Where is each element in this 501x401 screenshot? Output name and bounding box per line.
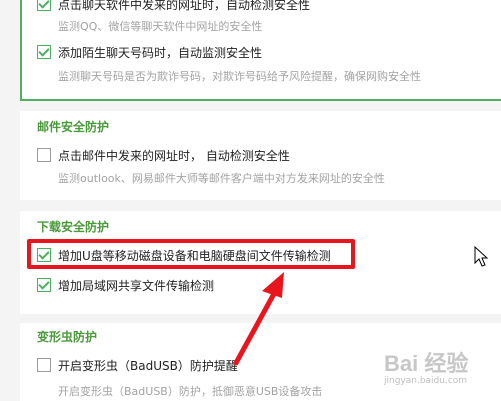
watermark-url: jingyan.baidu.com	[384, 376, 468, 386]
baidu-watermark: Bai 经验 jingyan.baidu.com	[384, 346, 468, 386]
watermark-logo-text: Bai 经验	[384, 351, 469, 376]
mouse-cursor-icon	[474, 246, 488, 267]
annotation-arrow	[233, 272, 284, 366]
